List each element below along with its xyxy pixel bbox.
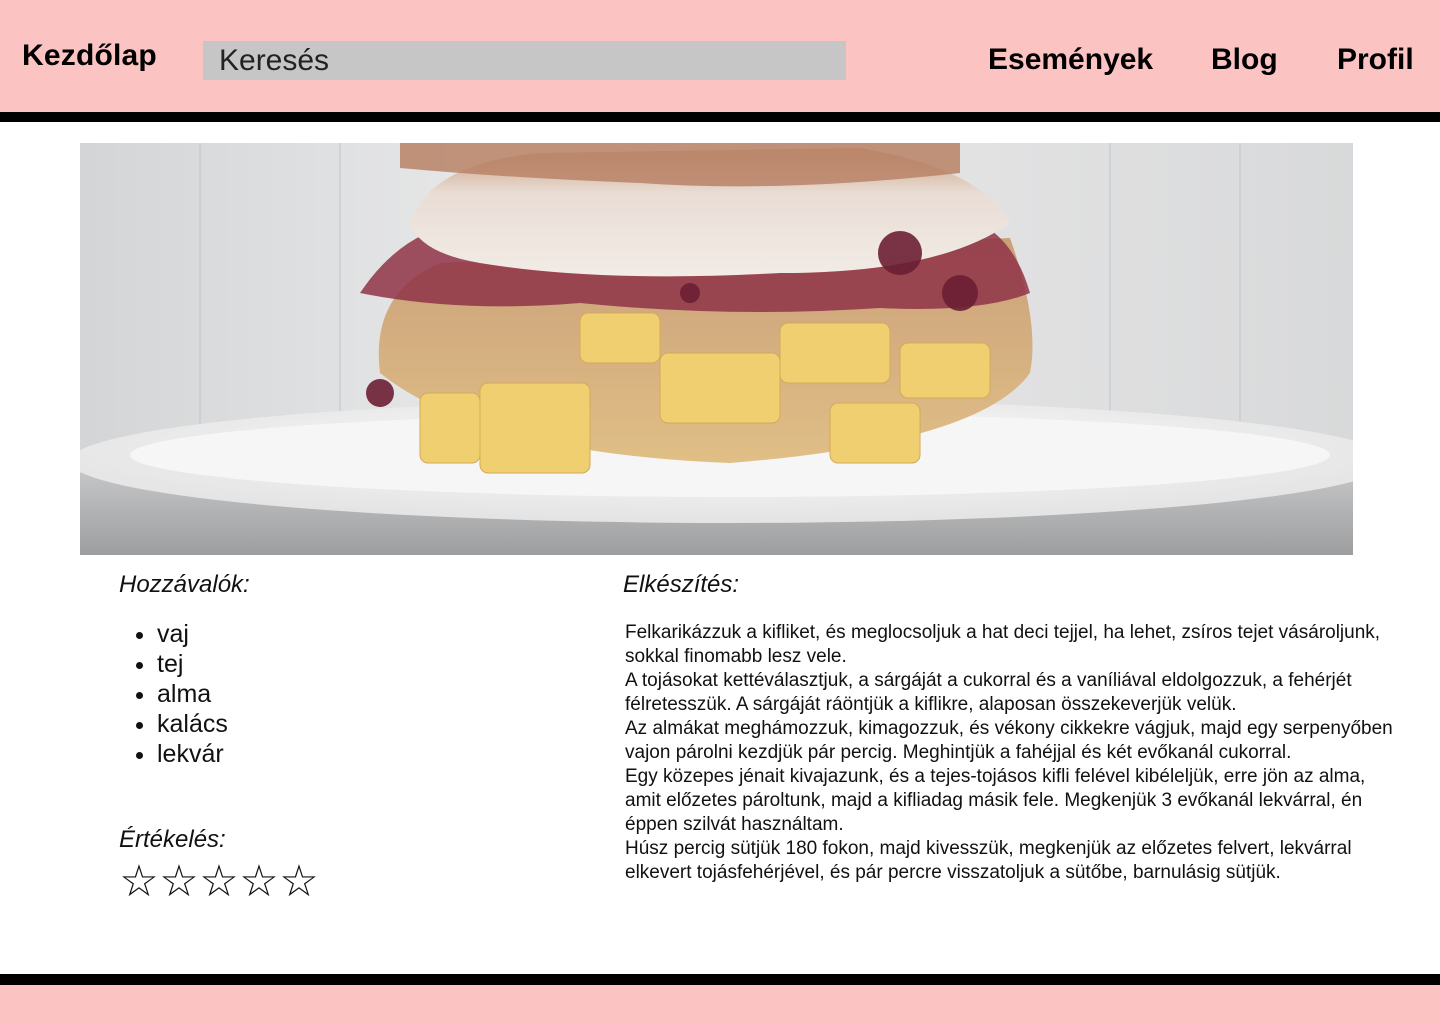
method-text: Felkarikázzuk a kifliket, és meglocsolju…	[625, 621, 1395, 885]
header-bar: Kezdőlap Események Blog Profil	[0, 0, 1440, 112]
ingredients-list: vaj tej alma kalács lekvár	[119, 619, 228, 769]
rating-title: Értékelés:	[119, 826, 226, 853]
method-step: Felkarikázzuk a kifliket, és meglocsolju…	[625, 622, 1381, 667]
header-divider	[0, 112, 1440, 122]
star-icon[interactable]: ☆	[119, 858, 159, 906]
method-step: Az almákat meghámozzuk, kimagozzuk, és v…	[625, 718, 1393, 763]
recipe-photo	[80, 143, 1353, 555]
search-input[interactable]	[203, 41, 846, 80]
ingredient-item: lekvár	[157, 739, 228, 769]
footer-divider	[0, 974, 1440, 985]
star-icon[interactable]: ☆	[199, 858, 239, 906]
method-title: Elkészítés:	[623, 571, 740, 598]
nav-blog-link[interactable]: Blog	[1211, 43, 1278, 77]
method-step: Egy közepes jénait kivajazunk, és a teje…	[625, 766, 1366, 835]
rating-stars: ☆ ☆ ☆ ☆ ☆	[119, 858, 319, 906]
ingredient-item: kalács	[157, 709, 228, 739]
ingredient-item: vaj	[157, 619, 228, 649]
footer-bar	[0, 985, 1440, 1024]
method-step: Húsz percig sütjük 180 fokon, majd kives…	[625, 838, 1352, 883]
nav-events-link[interactable]: Események	[988, 43, 1153, 77]
star-icon[interactable]: ☆	[159, 858, 199, 906]
home-link[interactable]: Kezdőlap	[22, 39, 157, 73]
star-icon[interactable]: ☆	[279, 858, 319, 906]
ingredient-item: tej	[157, 649, 228, 679]
recipe-photo-illustration	[80, 143, 1353, 555]
method-step: A tojásokat kettéválasztjuk, a sárgáját …	[625, 670, 1352, 715]
nav-profile-link[interactable]: Profil	[1337, 43, 1414, 77]
ingredients-title: Hozzávalók:	[119, 571, 250, 598]
ingredient-item: alma	[157, 679, 228, 709]
star-icon[interactable]: ☆	[239, 858, 279, 906]
